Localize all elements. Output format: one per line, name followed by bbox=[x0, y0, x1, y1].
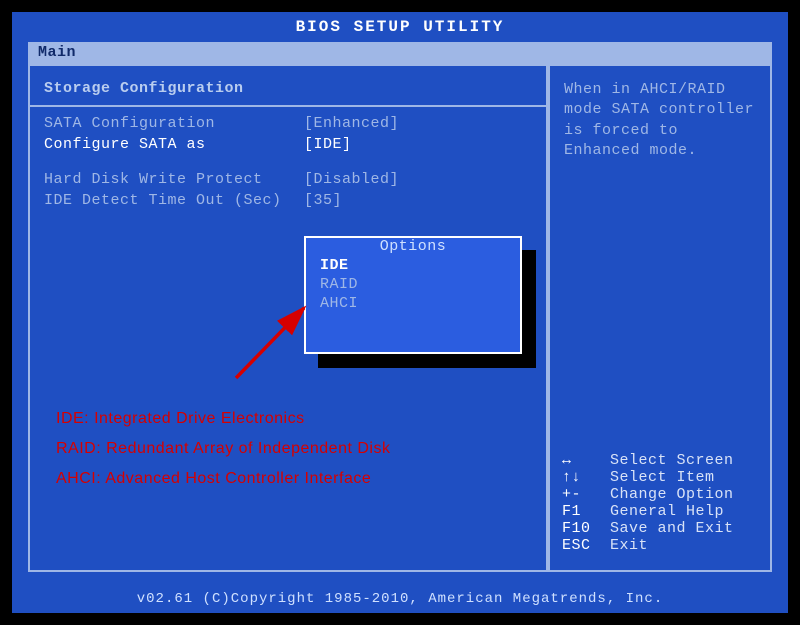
label: Hard Disk Write Protect bbox=[44, 171, 304, 188]
row-ide-detect-timeout[interactable]: IDE Detect Time Out (Sec) [35] bbox=[30, 190, 546, 211]
kh-select-item: ↑↓Select Item bbox=[562, 469, 758, 486]
value: [Disabled] bbox=[304, 171, 532, 188]
divider bbox=[30, 105, 546, 107]
label: IDE Detect Time Out (Sec) bbox=[44, 192, 304, 209]
help-panel: When in AHCI/RAID mode SATA controller i… bbox=[548, 64, 772, 572]
value: [35] bbox=[304, 192, 532, 209]
annotation-ide: IDE: Integrated Drive Electronics bbox=[56, 410, 305, 428]
label: SATA Configuration bbox=[44, 115, 304, 132]
row-configure-sata-as[interactable]: Configure SATA as [IDE] bbox=[30, 134, 546, 155]
options-popup: Options IDE RAID AHCI bbox=[304, 236, 522, 354]
popup-title: Options bbox=[306, 238, 520, 255]
kh-exit: ESCExit bbox=[562, 537, 758, 554]
help-text: When in AHCI/RAID mode SATA controller i… bbox=[550, 66, 770, 175]
kh-select-screen: ↔Select Screen bbox=[562, 452, 758, 469]
kh-save-exit: F10Save and Exit bbox=[562, 520, 758, 537]
tab-main[interactable]: Main bbox=[28, 42, 86, 63]
row-sata-configuration[interactable]: SATA Configuration [Enhanced] bbox=[30, 113, 546, 134]
bios-footer: v02.61 (C)Copyright 1985-2010, American … bbox=[12, 591, 788, 607]
kh-change-option: +-Change Option bbox=[562, 486, 758, 503]
key-help: ↔Select Screen ↑↓Select Item +-Change Op… bbox=[550, 442, 770, 570]
section-title: Storage Configuration bbox=[30, 66, 546, 105]
row-hd-write-protect[interactable]: Hard Disk Write Protect [Disabled] bbox=[30, 169, 546, 190]
option-ahci[interactable]: AHCI bbox=[320, 294, 506, 313]
tab-strip: Main bbox=[28, 42, 772, 64]
app-title: BIOS SETUP UTILITY bbox=[12, 18, 788, 36]
kh-general-help: F1General Help bbox=[562, 503, 758, 520]
value: [IDE] bbox=[304, 136, 532, 153]
option-raid[interactable]: RAID bbox=[320, 275, 506, 294]
annotation-raid: RAID: Redundant Array of Independent Dis… bbox=[56, 440, 390, 458]
value: [Enhanced] bbox=[304, 115, 532, 132]
label: Configure SATA as bbox=[44, 136, 304, 153]
annotation-ahci: AHCI: Advanced Host Controller Interface bbox=[56, 470, 371, 488]
option-ide[interactable]: IDE bbox=[320, 256, 506, 275]
